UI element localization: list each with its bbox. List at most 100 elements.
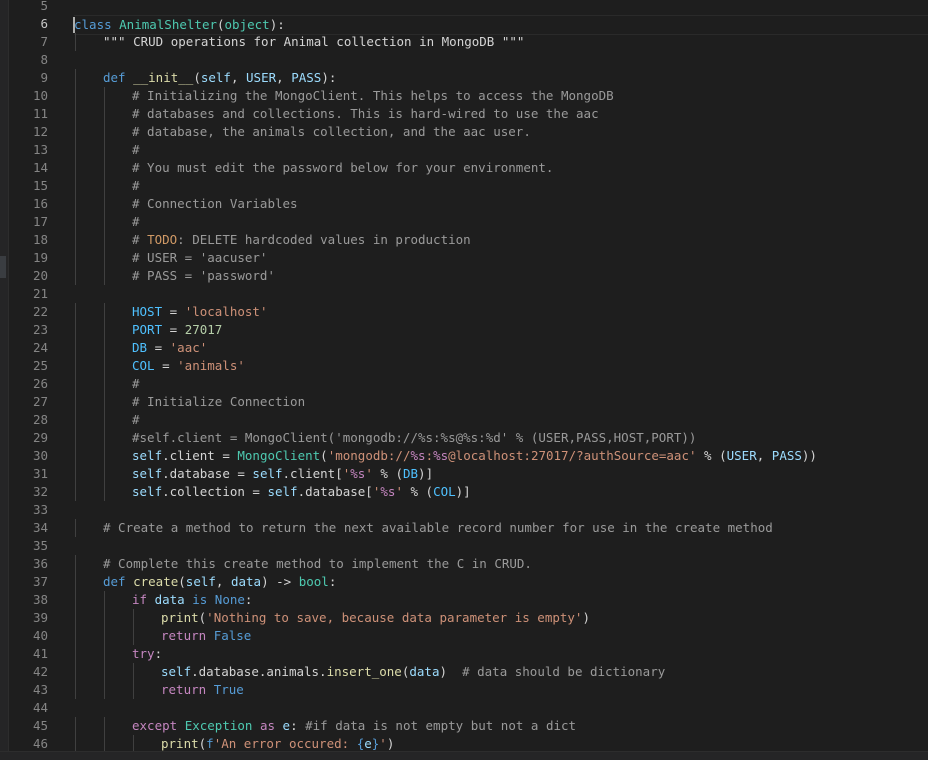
code-line[interactable]: 45 except Exception as e: #if data is not… [0, 717, 928, 735]
code-token: PORT [132, 322, 163, 337]
code-line[interactable]: 15 # [0, 177, 928, 195]
code-text: # [132, 375, 140, 393]
indent-guide [75, 681, 76, 699]
indent-guide [75, 393, 76, 411]
line-content: # You must edit the password below for y… [74, 159, 928, 177]
code-token: is [184, 592, 215, 607]
line-content: return False [74, 627, 928, 645]
indent-guide [104, 609, 105, 627]
code-line[interactable]: 36 # Complete this create method to imple… [0, 555, 928, 573]
code-line[interactable]: 32 self.collection = self.database['%s' %… [0, 483, 928, 501]
indent-guide [75, 483, 76, 501]
code-line[interactable]: 37 def create(self, data) -> bool: [0, 573, 928, 591]
indent-guide [104, 339, 105, 357]
line-content: PORT = 27017 [74, 321, 928, 339]
code-line[interactable]: 38 if data is None: [0, 591, 928, 609]
code-line[interactable]: 17 # [0, 213, 928, 231]
line-content: # PASS = 'password' [74, 267, 928, 285]
line-content: # [74, 375, 928, 393]
code-line[interactable]: 24 DB = 'aac' [0, 339, 928, 357]
code-line[interactable]: 23 PORT = 27017 [0, 321, 928, 339]
code-line[interactable]: 30 self.client = MongoClient('mongodb://%… [0, 447, 928, 465]
code-line[interactable]: 12 # database, the animals collection, an… [0, 123, 928, 141]
code-line[interactable]: 10 # Initializing the MongoClient. This h… [0, 87, 928, 105]
indent-guide [104, 195, 105, 213]
code-token: # [132, 178, 140, 193]
indent-guide [75, 87, 76, 105]
line-content: """ CRUD operations for Animal collectio… [74, 33, 928, 51]
code-line[interactable]: 39 print('Nothing to save, because data p… [0, 609, 928, 627]
code-token: self [132, 484, 163, 499]
indent-guide [75, 195, 76, 213]
code-token: ( [217, 17, 225, 32]
line-content: except Exception as e: #if data is not e… [74, 717, 928, 735]
indent-guide [104, 681, 105, 699]
code-line[interactable]: 19 # USER = 'aacuser' [0, 249, 928, 267]
code-text: # database, the animals collection, and … [132, 123, 531, 141]
line-content: # Create a method to return the next ava… [74, 519, 928, 537]
code-text: # Initialize Connection [132, 393, 305, 411]
line-number: 44 [32, 700, 48, 715]
indent-guide [133, 663, 134, 681]
code-line[interactable]: 42 self.database.animals.insert_one(data)… [0, 663, 928, 681]
indent-guide [104, 717, 105, 735]
code-line[interactable]: 20 # PASS = 'password' [0, 267, 928, 285]
code-line[interactable]: 8 [0, 51, 928, 69]
code-line[interactable]: 33 [0, 501, 928, 519]
code-token: return [161, 628, 214, 643]
code-text: # [132, 177, 140, 195]
code-line[interactable]: 27 # Initialize Connection [0, 393, 928, 411]
code-line[interactable]: 22 HOST = 'localhost' [0, 303, 928, 321]
code-token: def [103, 574, 134, 589]
code-editor[interactable]: 5 6 class AnimalShelter(object): 7 """ CRUD … [0, 0, 928, 760]
code-line[interactable]: 44 [0, 699, 928, 717]
indent-guide [104, 231, 105, 249]
indent-guide [75, 663, 76, 681]
code-line[interactable]: 5 [0, 0, 928, 15]
code-token: __init__ [133, 70, 194, 85]
line-content: # USER = 'aacuser' [74, 249, 928, 267]
code-line[interactable]: 40 return False [0, 627, 928, 645]
code-line[interactable]: 29 #self.client = MongoClient('mongodb://… [0, 429, 928, 447]
indent-guide [75, 375, 76, 393]
code-token: %s [350, 466, 366, 481]
code-line[interactable]: 35 [0, 537, 928, 555]
code-line[interactable]: 11 # databases and collections. This is h… [0, 105, 928, 123]
line-content: HOST = 'localhost' [74, 303, 928, 321]
line-number: 25 [32, 358, 48, 373]
code-line[interactable]: 41 try: [0, 645, 928, 663]
indent-guide [104, 177, 105, 195]
code-text: # Complete this create method to impleme… [103, 555, 532, 573]
code-line[interactable]: 21 [0, 285, 928, 303]
code-line[interactable]: 31 self.database = self.client['%s' % (DB… [0, 465, 928, 483]
code-line[interactable]: 9 def __init__(self, USER, PASS): [0, 69, 928, 87]
code-line[interactable]: 7 """ CRUD operations for Animal collecti… [0, 33, 928, 51]
code-line[interactable]: 26 # [0, 375, 928, 393]
code-token: except [132, 718, 185, 733]
code-line[interactable]: 43 return True [0, 681, 928, 699]
code-text: COL = 'animals' [132, 357, 245, 375]
indent-guide [75, 177, 76, 195]
code-line[interactable]: 14 # You must edit the password below for… [0, 159, 928, 177]
line-number: 45 [32, 718, 48, 733]
code-token: %s [380, 484, 396, 499]
code-line[interactable]: 25 COL = 'animals' [0, 357, 928, 375]
code-token: ' [365, 466, 373, 481]
code-line[interactable]: 34 # Create a method to return the next a… [0, 519, 928, 537]
line-content: # database, the animals collection, and … [74, 123, 928, 141]
horizontal-scrollbar[interactable] [0, 751, 928, 760]
code-line[interactable]: 13 # [0, 141, 928, 159]
code-token: .database[ [297, 484, 373, 499]
code-token: 'localhost' [184, 304, 268, 319]
code-token: )] [455, 484, 471, 499]
code-line[interactable]: 16 # Connection Variables [0, 195, 928, 213]
code-line[interactable]: 18 # TODO: DELETE hardcoded values in pro… [0, 231, 928, 249]
code-line[interactable]: 28 # [0, 411, 928, 429]
code-token: # [132, 412, 140, 427]
line-content: # [74, 213, 928, 231]
line-number: 42 [32, 664, 48, 679]
line-content: # Complete this create method to impleme… [74, 555, 928, 573]
code-text: # databases and collections. This is har… [132, 105, 599, 123]
code-line[interactable]: 6 class AnimalShelter(object): [0, 15, 928, 35]
code-token: data [409, 664, 440, 679]
